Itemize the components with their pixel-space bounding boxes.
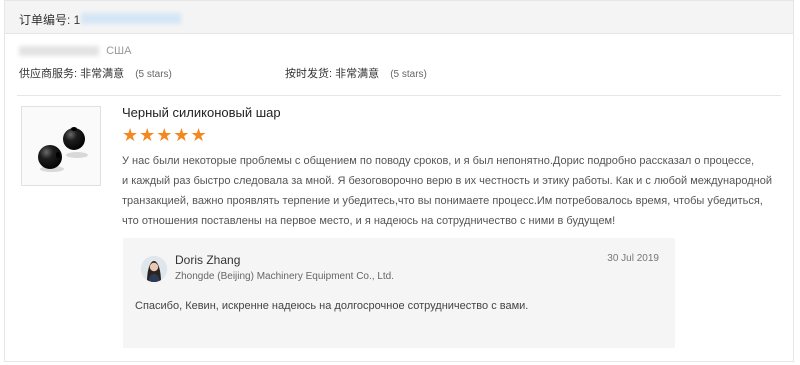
avatar xyxy=(141,256,167,282)
product-thumbnail[interactable] xyxy=(21,106,101,186)
star-rating: ★★★★★ xyxy=(122,125,208,145)
review-line: и каждый раз быстро следовала за мной. Я… xyxy=(122,175,772,187)
review-line: что отношения поставлены на первое место… xyxy=(122,215,616,227)
user-avatar-icon xyxy=(141,256,167,282)
black-silicone-balls-image xyxy=(38,127,88,172)
rating-value: 非常满意 xyxy=(80,68,125,80)
review-line: транзакцией, важно проявлять терпение и … xyxy=(122,195,763,207)
buyer-country: США xyxy=(106,45,132,57)
order-number-redacted xyxy=(81,13,181,24)
seller-reply: Doris Zhang Zhongde (Beijing) Machinery … xyxy=(123,238,675,348)
review-text: У нас были некоторые проблемы с общением… xyxy=(122,151,782,231)
reply-text: Спасибо, Кевин, искренне надеюсь на долг… xyxy=(135,300,529,312)
rating-value: 非常满意 xyxy=(335,68,380,80)
divider xyxy=(17,95,781,96)
buyer-name-redacted xyxy=(19,46,99,57)
rating-note: (5 stars) xyxy=(390,69,427,80)
rating-label: 供应商服务: xyxy=(19,68,78,80)
rating-label: 按时发货: xyxy=(285,68,333,80)
buyer-info: США xyxy=(19,45,131,57)
reply-company: Zhongde (Beijing) Machinery Equipment Co… xyxy=(175,271,395,282)
rating-on-time-shipping: 按时发货: 非常满意 (5 stars) xyxy=(285,65,427,81)
rating-supplier-service: 供应商服务: 非常满意 (5 stars) xyxy=(19,65,172,81)
reply-date: 30 Jul 2019 xyxy=(607,253,659,264)
reply-author-name: Doris Zhang xyxy=(175,253,241,267)
review-line: У нас были некоторые проблемы с общением… xyxy=(122,155,755,167)
product-title[interactable]: Черный силиконовый шар xyxy=(122,105,281,120)
review-card: 订单编号: 1 США 供应商服务: 非常满意 (5 stars) 按时发货: … xyxy=(4,0,794,362)
rating-note: (5 stars) xyxy=(135,69,172,80)
order-header: 订单编号: 1 xyxy=(5,1,793,34)
order-number-label: 订单编号: 1 xyxy=(19,13,81,27)
